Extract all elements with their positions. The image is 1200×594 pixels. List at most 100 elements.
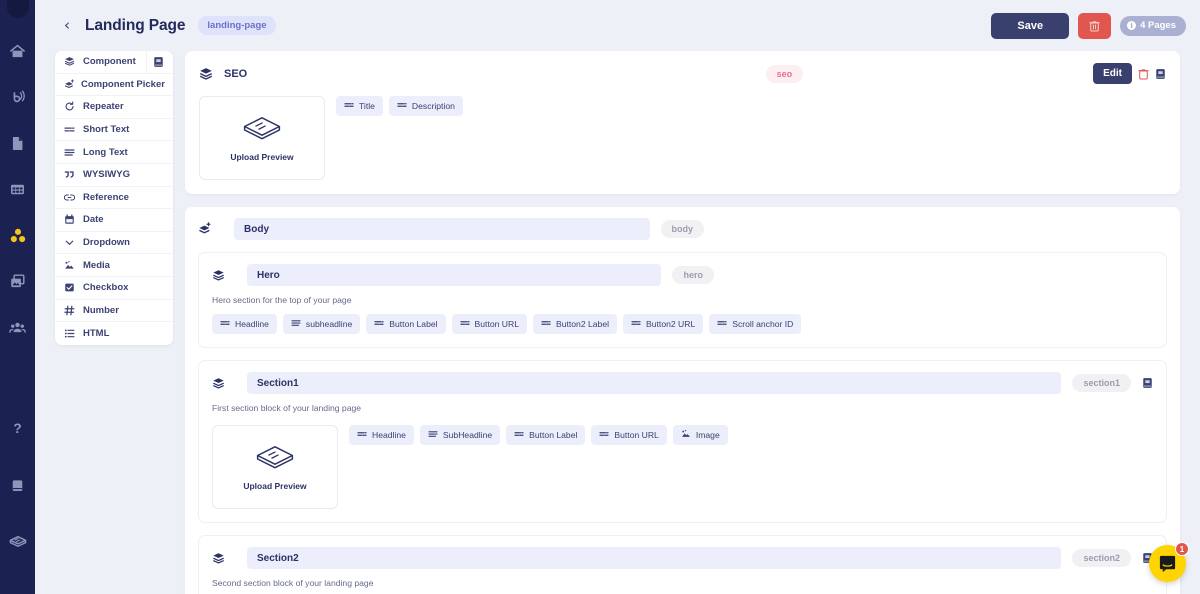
short-text-icon: [344, 100, 354, 112]
field-chip[interactable]: Button Label: [506, 425, 586, 445]
rail-table[interactable]: [0, 172, 35, 207]
field-chip[interactable]: Image: [672, 425, 728, 445]
palette-item-number[interactable]: Number: [55, 300, 173, 323]
info-icon: i: [1127, 21, 1137, 30]
block-card-section2: Section2 section2 Second section block of …: [198, 535, 1167, 594]
palette-item-label: Long Text: [83, 146, 128, 158]
layers-icon: [9, 535, 26, 547]
seo-card: SEO seo Edit Upload Preview Title Descri…: [185, 51, 1180, 194]
field-chip[interactable]: subheadline: [282, 314, 361, 334]
palette-item-wysiwyg[interactable]: WYSIWYG: [55, 164, 173, 187]
field-chip[interactable]: Button2 URL: [623, 314, 704, 334]
field-chip-label: subheadline: [305, 319, 353, 329]
rail-media-library[interactable]: [0, 264, 35, 299]
rail-layers[interactable]: [0, 525, 35, 560]
rail-components[interactable]: [0, 218, 35, 253]
save-button[interactable]: Save: [991, 12, 1070, 39]
palette-item-repeater[interactable]: Repeater: [55, 96, 173, 119]
layers-stack-icon: [64, 56, 77, 67]
rail-users[interactable]: [0, 310, 35, 345]
short-text-icon: [599, 429, 609, 441]
short-text-icon: [374, 321, 384, 325]
palette-item-reference[interactable]: Reference: [55, 187, 173, 210]
rail-help[interactable]: ?: [0, 411, 35, 446]
field-chip-label: Button URL: [614, 430, 659, 440]
block-name-input[interactable]: Section1: [247, 372, 1062, 394]
delete-page-button[interactable]: [1078, 12, 1112, 39]
palette-item-label: Dropdown: [83, 237, 130, 249]
schema-panels: SEO seo Edit Upload Preview Title Descri…: [185, 51, 1180, 594]
upload-stack-icon: [256, 445, 294, 468]
rail-document[interactable]: [0, 126, 35, 161]
palette-item-label: Short Text: [83, 124, 130, 136]
field-chip[interactable]: Button2 Label: [532, 314, 618, 334]
trash-icon[interactable]: [1138, 68, 1149, 80]
palette-item-dropdown[interactable]: Dropdown: [55, 232, 173, 255]
palette-item-checkbox[interactable]: Checkbox: [55, 277, 173, 300]
body-name-input[interactable]: Body: [234, 218, 650, 240]
book-icon[interactable]: [1155, 68, 1166, 80]
short-text-icon: [717, 321, 727, 325]
field-chip[interactable]: Headline: [212, 314, 277, 334]
block-header: Section1 section1: [212, 372, 1153, 394]
block-name-input[interactable]: Section2: [247, 547, 1062, 569]
layers-plus-icon: [64, 79, 75, 90]
upload-preview-dropzone[interactable]: Upload Preview: [212, 425, 338, 509]
block-name-input[interactable]: Hero: [247, 264, 662, 286]
pages-count-badge[interactable]: i 4 Pages: [1120, 15, 1186, 36]
field-chip[interactable]: Title: [336, 96, 383, 116]
checkbox-icon: [64, 282, 77, 293]
field-chip-label: Title: [359, 101, 375, 111]
palette-item-html[interactable]: HTML: [55, 322, 173, 345]
field-chip[interactable]: Button URL: [451, 314, 527, 334]
chevron-down-icon: [65, 240, 74, 245]
palette-item-short-text[interactable]: Short Text: [55, 119, 173, 142]
block-book-button[interactable]: [1142, 377, 1153, 389]
field-chip[interactable]: Description: [388, 96, 463, 116]
body-badge: body: [660, 220, 704, 238]
rail-home[interactable]: [0, 34, 35, 69]
avatar[interactable]: [6, 0, 29, 18]
field-chip-label: Button2 Label: [555, 319, 610, 329]
body-blocks: Hero hero Hero section for the top of your…: [198, 252, 1167, 594]
field-chip[interactable]: Button Label: [366, 314, 446, 334]
chat-unread-badge: 1: [1175, 542, 1189, 556]
field-chip[interactable]: Button URL: [591, 425, 667, 445]
chat-widget-button[interactable]: 1: [1149, 542, 1189, 582]
seo-title: SEO: [224, 67, 248, 80]
block-header: Hero hero: [212, 264, 1153, 286]
palette-item-book-button[interactable]: [146, 51, 164, 73]
field-chip-label: Button URL: [474, 319, 519, 329]
layers-plus-icon: [64, 79, 74, 88]
edit-button[interactable]: Edit: [1093, 63, 1132, 84]
palette-item-long-text[interactable]: Long Text: [55, 141, 173, 164]
palette-item-label: Checkbox: [83, 282, 129, 294]
body-card-header: Body body: [198, 218, 1167, 240]
short-text-icon: [717, 318, 727, 330]
rail-book[interactable]: [0, 468, 35, 503]
short-text-icon: [220, 321, 230, 325]
field-chip[interactable]: Scroll anchor ID: [709, 314, 802, 334]
page-header: ‹ Landing Page landing-page Save i 4 Pag…: [35, 0, 1200, 51]
rail-broadcast[interactable]: [0, 80, 35, 115]
layers-stack-icon: [213, 377, 224, 388]
help-icon: ?: [13, 421, 21, 436]
upload-preview-label: Upload Preview: [243, 480, 307, 491]
upload-preview-dropzone[interactable]: Upload Preview: [199, 96, 325, 180]
short-text-icon: [374, 318, 384, 330]
field-chip[interactable]: Headline: [349, 425, 414, 445]
palette-item-date[interactable]: Date: [55, 209, 173, 232]
long-text-icon: [291, 320, 301, 326]
palette-item-component[interactable]: Component: [55, 51, 173, 74]
layers-plus-icon: [198, 222, 212, 236]
palette-item-component-picker[interactable]: Component Picker: [55, 74, 173, 97]
page-title: Landing Page: [85, 16, 186, 34]
long-text-icon: [64, 149, 75, 156]
link-icon: [64, 192, 77, 203]
image-icon: [681, 430, 690, 437]
palette-item-media[interactable]: Media: [55, 254, 173, 277]
palette-item-label: HTML: [83, 327, 110, 339]
back-button[interactable]: ‹: [59, 18, 75, 33]
block-description: First section block of your landing page: [212, 403, 362, 413]
field-chip[interactable]: SubHeadline: [419, 425, 501, 445]
